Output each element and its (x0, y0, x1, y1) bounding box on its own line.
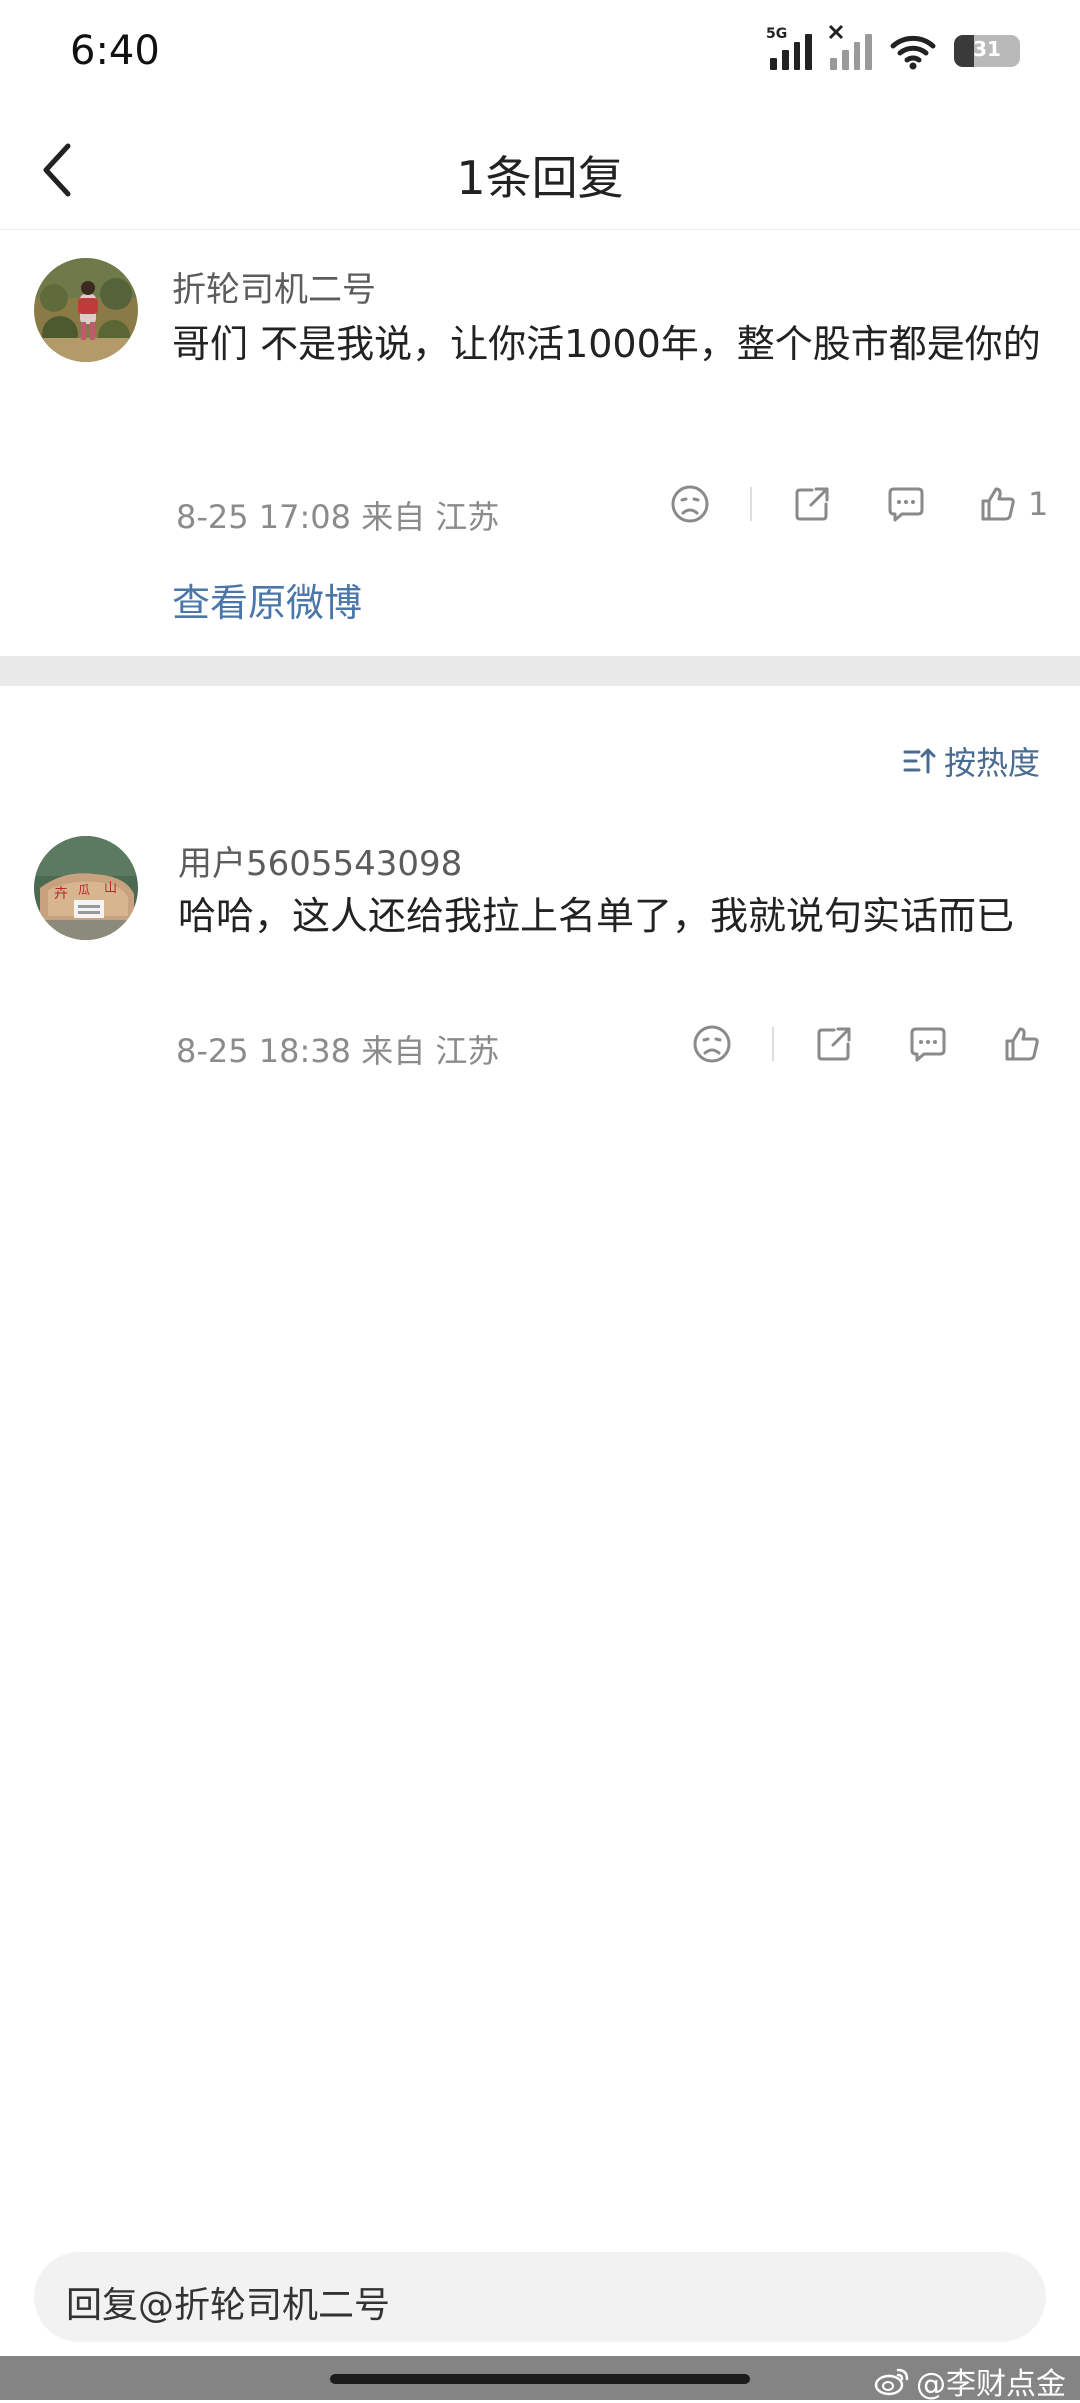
home-indicator[interactable] (330, 2374, 750, 2384)
comment-user-name[interactable]: 折轮司机二号 (172, 262, 376, 311)
comment-button[interactable] (906, 1022, 950, 1066)
avatar[interactable]: 卉 瓜 山 (34, 836, 138, 940)
svg-text:瓜: 瓜 (78, 883, 90, 897)
reply-meta: 8-25 18:38 来自 江苏 (176, 1032, 500, 1070)
dislike-button[interactable] (690, 1022, 734, 1066)
weibo-logo-icon (874, 2368, 909, 2395)
battery-icon: 31 (954, 35, 1020, 67)
battery-level: 31 (973, 37, 1001, 61)
sort-by-hot-button[interactable]: 按热度 (902, 738, 1040, 784)
sort-icon (903, 748, 936, 774)
sad-face-icon (693, 1025, 731, 1063)
divider (750, 487, 752, 521)
watermark-text: @李财点金 (916, 2366, 1066, 2402)
like-count: 1 (1028, 485, 1049, 523)
bottom-bar: @李财点金 (0, 2356, 1080, 2403)
no-signal-icon (828, 24, 872, 70)
status-bar: 6:40 5G 31 (0, 0, 1080, 110)
reply-text: 哈哈，这人还给我拉上名单了，我就说句实话而已 (178, 894, 1015, 938)
comment-icon (888, 487, 924, 522)
share-button[interactable] (812, 1022, 856, 1066)
share-icon (795, 487, 829, 521)
comment-text: 哥们 不是我说，让你活1000年，整个股市都是你的 (172, 322, 1041, 366)
reply-user-name[interactable]: 用户5605543098 (178, 836, 462, 885)
share-button[interactable] (790, 482, 834, 526)
network-type-label: 5G (766, 26, 788, 42)
thumbs-up-icon (981, 487, 1015, 521)
thumbs-up-icon (1005, 1027, 1039, 1061)
status-time: 6:40 (70, 28, 160, 74)
comment-actions: 1 (668, 482, 1048, 526)
cellular-signal-icon: 5G (766, 26, 812, 70)
sad-face-icon (671, 485, 709, 523)
like-button[interactable]: 1 (978, 482, 1048, 526)
like-button[interactable] (1000, 1022, 1044, 1066)
divider (772, 1027, 774, 1061)
view-original-post-link[interactable]: 查看原微博 (172, 572, 362, 627)
section-divider (0, 656, 1080, 686)
reply-actions (690, 1022, 1044, 1066)
dislike-button[interactable] (668, 482, 712, 526)
sort-label: 按热度 (943, 744, 1040, 782)
svg-text:山: 山 (104, 881, 117, 896)
avatar[interactable] (34, 258, 138, 362)
wifi-icon (890, 35, 936, 70)
reply-input-placeholder: 回复@折轮司机二号 (66, 2285, 391, 2326)
share-icon (817, 1027, 851, 1061)
comment-meta: 8-25 17:08 来自 江苏 (176, 498, 500, 536)
page-title: 1条回复 (456, 151, 624, 205)
header-bar: 1条回复 (0, 110, 1080, 230)
comment-icon (910, 1027, 946, 1062)
reply-input[interactable]: 回复@折轮司机二号 (34, 2252, 1046, 2342)
comment-button[interactable] (884, 482, 928, 526)
watermark: @李财点金 (874, 2359, 1066, 2403)
svg-text:卉: 卉 (54, 886, 68, 902)
status-icons: 5G 31 (766, 24, 1020, 70)
